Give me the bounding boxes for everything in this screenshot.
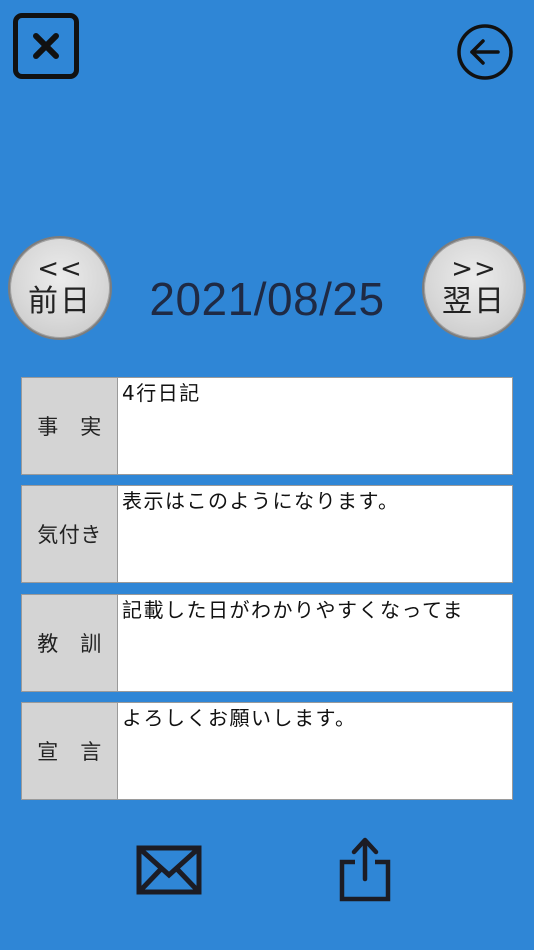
entry-row-fact: 事 実 4行日記 [21, 377, 513, 475]
next-day-label: 翌日 [442, 284, 506, 319]
previous-arrow-text: << [37, 254, 83, 284]
entry-field-declaration[interactable]: よろしくお願いします。 [118, 702, 513, 800]
close-x-icon [33, 33, 59, 59]
entry-field-fact[interactable]: 4行日記 [118, 377, 513, 475]
entry-field-lesson[interactable]: 記載した日がわかりやすくなってま [118, 594, 513, 692]
entry-label-declaration: 宣 言 [21, 702, 118, 800]
entry-label-lesson: 教 訓 [21, 594, 118, 692]
next-day-button[interactable]: >> 翌日 [422, 236, 526, 340]
share-icon[interactable] [337, 836, 393, 902]
back-arrow-circle-icon[interactable] [457, 24, 513, 80]
entry-row-lesson: 教 訓 記載した日がわかりやすくなってま [21, 594, 513, 692]
entry-label-awareness: 気付き [21, 485, 118, 583]
close-button[interactable] [13, 13, 79, 79]
next-arrow-text: >> [451, 254, 497, 284]
previous-day-label: 前日 [28, 284, 92, 319]
entry-field-awareness[interactable]: 表示はこのようになります。 [118, 485, 513, 583]
previous-day-button[interactable]: << 前日 [8, 236, 112, 340]
entry-row-awareness: 気付き 表示はこのようになります。 [21, 485, 513, 583]
mail-icon[interactable] [136, 845, 202, 895]
entry-row-declaration: 宣 言 よろしくお願いします。 [21, 702, 513, 800]
current-date: 2021/08/25 [149, 273, 385, 325]
entry-label-fact: 事 実 [21, 377, 118, 475]
